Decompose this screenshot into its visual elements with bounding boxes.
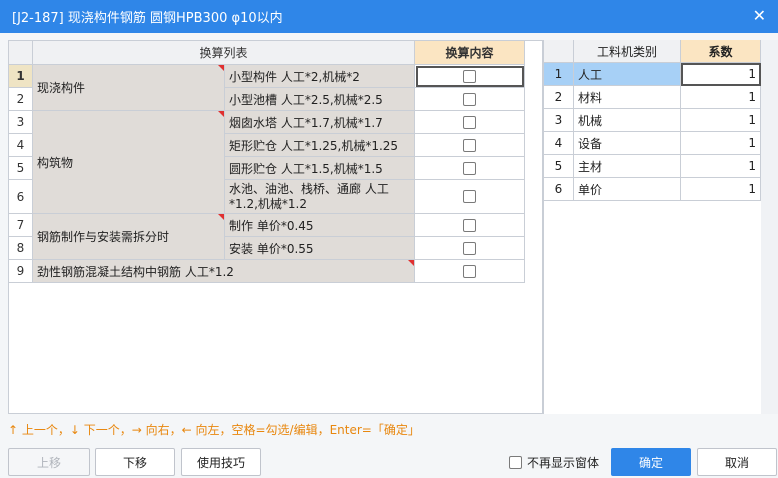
row-number[interactable]: 2 (544, 86, 574, 109)
conversion-item: 矩形贮仓 人工*1.25,机械*1.25 (225, 134, 415, 157)
conversion-checkbox-cell[interactable] (415, 88, 525, 111)
row-number[interactable]: 4 (544, 132, 574, 155)
cancel-button[interactable]: 取消 (697, 448, 777, 476)
conversion-checkbox-cell[interactable] (415, 214, 525, 237)
conversion-checkbox-cell[interactable] (415, 65, 525, 88)
row-number[interactable]: 4 (9, 134, 33, 157)
row-number[interactable]: 3 (9, 111, 33, 134)
coefficient-input[interactable]: 1 (681, 155, 761, 178)
row-number[interactable]: 2 (9, 88, 33, 111)
item-label: 制作 单价*0.45 (229, 218, 314, 233)
coefficient-input[interactable]: 1 (681, 86, 761, 109)
conversion-checkbox-cell[interactable] (415, 157, 525, 180)
move-up-button[interactable]: 上移 (8, 448, 90, 476)
marker-icon (218, 111, 224, 117)
window-title: [J2-187] 现浇构件钢筋 圆钢HPB300 φ10以内 (12, 11, 283, 26)
group-stiff-rebar: 劲性钢筋混凝土结构中钢筋 人工*1.2 (33, 260, 415, 283)
title-bar: [J2-187] 现浇构件钢筋 圆钢HPB300 φ10以内 ✕ (0, 0, 778, 33)
coefficient-input[interactable]: 1 (681, 132, 761, 155)
item-label: 圆形贮仓 人工*1.5,机械*1.5 (229, 161, 383, 176)
category-name[interactable]: 人工 (574, 63, 681, 86)
conversion-checkbox[interactable] (463, 138, 476, 152)
item-label: 小型池槽 人工*2.5,机械*2.5 (229, 92, 383, 107)
marker-icon (408, 260, 414, 266)
conversion-list-panel: 换算列表 换算内容 1 2 3 4 5 6 7 8 9 现浇构件 构筑物 钢筋制… (8, 40, 543, 414)
row-number[interactable]: 6 (9, 180, 33, 214)
conversion-checkbox[interactable] (463, 241, 476, 255)
item-label: 小型构件 人工*2,机械*2 (229, 69, 360, 84)
group-structures: 构筑物 (33, 111, 225, 214)
coefficient-input[interactable]: 1 (681, 63, 761, 86)
conversion-checkbox[interactable] (463, 190, 476, 203)
marker-icon (218, 214, 224, 220)
header-corner (544, 40, 574, 63)
conversion-checkbox-cell[interactable] (415, 180, 525, 214)
conversion-checkbox[interactable] (463, 92, 476, 106)
coefficient-table: 工料机类别 系数 1 人工 1 2 材料 1 3 机械 1 4 设备 1 5 主… (544, 40, 761, 414)
conversion-item: 小型构件 人工*2,机械*2 (225, 65, 415, 88)
conversion-checkbox-cell[interactable] (415, 237, 525, 260)
conversion-table-header: 换算列表 换算内容 (9, 41, 525, 65)
header-coefficient: 系数 (681, 40, 761, 63)
group-rebar-split: 钢筋制作与安装需拆分时 (33, 214, 225, 260)
item-label: 安装 单价*0.55 (229, 241, 314, 256)
conversion-checkbox[interactable] (463, 115, 476, 129)
row-number[interactable]: 9 (9, 260, 33, 283)
dont-show-label: 不再显示窗体 (527, 456, 600, 470)
group-label: 钢筋制作与安装需拆分时 (37, 230, 170, 244)
row-number[interactable]: 8 (9, 237, 33, 260)
header-corner (9, 41, 33, 65)
row-number[interactable]: 5 (9, 157, 33, 180)
conversion-item: 小型池槽 人工*2.5,机械*2.5 (225, 88, 415, 111)
item-label: 烟囱水塔 人工*1.7,机械*1.7 (229, 115, 383, 130)
header-conversion-list: 换算列表 (33, 41, 415, 65)
coefficient-input[interactable]: 1 (681, 178, 761, 201)
close-icon[interactable]: ✕ (753, 7, 766, 25)
category-name[interactable]: 机械 (574, 109, 681, 132)
conversion-checkbox[interactable] (463, 161, 476, 175)
row-number[interactable]: 5 (544, 155, 574, 178)
conversion-item: 制作 单价*0.45 (225, 214, 415, 237)
marker-icon (218, 65, 224, 71)
move-down-button[interactable]: 下移 (95, 448, 175, 476)
conversion-checkbox-cell[interactable] (415, 134, 525, 157)
coefficient-input[interactable]: 1 (681, 109, 761, 132)
conversion-checkbox-cell[interactable] (415, 260, 525, 283)
header-category: 工料机类别 (574, 40, 681, 63)
conversion-checkbox[interactable] (463, 264, 476, 278)
dont-show-again[interactable]: 不再显示窗体 (509, 454, 599, 471)
conversion-item: 安装 单价*0.55 (225, 237, 415, 260)
group-label: 现浇构件 (37, 81, 86, 95)
conversion-item: 烟囱水塔 人工*1.7,机械*1.7 (225, 111, 415, 134)
row-number[interactable]: 1 (9, 65, 33, 88)
conversion-item: 圆形贮仓 人工*1.5,机械*1.5 (225, 157, 415, 180)
coefficient-panel: 工料机类别 系数 1 人工 1 2 材料 1 3 机械 1 4 设备 1 5 主… (543, 40, 778, 414)
row-number[interactable]: 6 (544, 178, 574, 201)
row-number[interactable]: 3 (544, 109, 574, 132)
group-label: 构筑物 (37, 155, 74, 170)
item-label: 水池、油池、栈桥、通廊 人工*1.2,机械*1.2 (229, 181, 389, 211)
header-conversion-content: 换算内容 (415, 41, 525, 65)
row-number[interactable]: 7 (9, 214, 33, 237)
category-name[interactable]: 设备 (574, 132, 681, 155)
conversion-item: 水池、油池、栈桥、通廊 人工*1.2,机械*1.2 (225, 180, 415, 214)
category-name[interactable]: 材料 (574, 86, 681, 109)
conversion-checkbox[interactable] (463, 69, 476, 83)
usage-tips-button[interactable]: 使用技巧 (181, 448, 261, 476)
group-cast-in-place: 现浇构件 (33, 65, 225, 111)
dont-show-checkbox[interactable] (509, 456, 522, 469)
row-number[interactable]: 1 (544, 63, 574, 86)
category-name[interactable]: 单价 (574, 178, 681, 201)
category-name[interactable]: 主材 (574, 155, 681, 178)
conversion-checkbox[interactable] (463, 218, 476, 232)
item-label: 矩形贮仓 人工*1.25,机械*1.25 (229, 138, 399, 153)
group-label: 劲性钢筋混凝土结构中钢筋 人工*1.2 (37, 264, 234, 279)
ok-button[interactable]: 确定 (611, 448, 691, 476)
keyboard-hint: ↑ 上一个，↓ 下一个，→ 向右，← 向左，空格=勾选/编辑，Enter=「确定… (8, 423, 420, 437)
conversion-checkbox-cell[interactable] (415, 111, 525, 134)
